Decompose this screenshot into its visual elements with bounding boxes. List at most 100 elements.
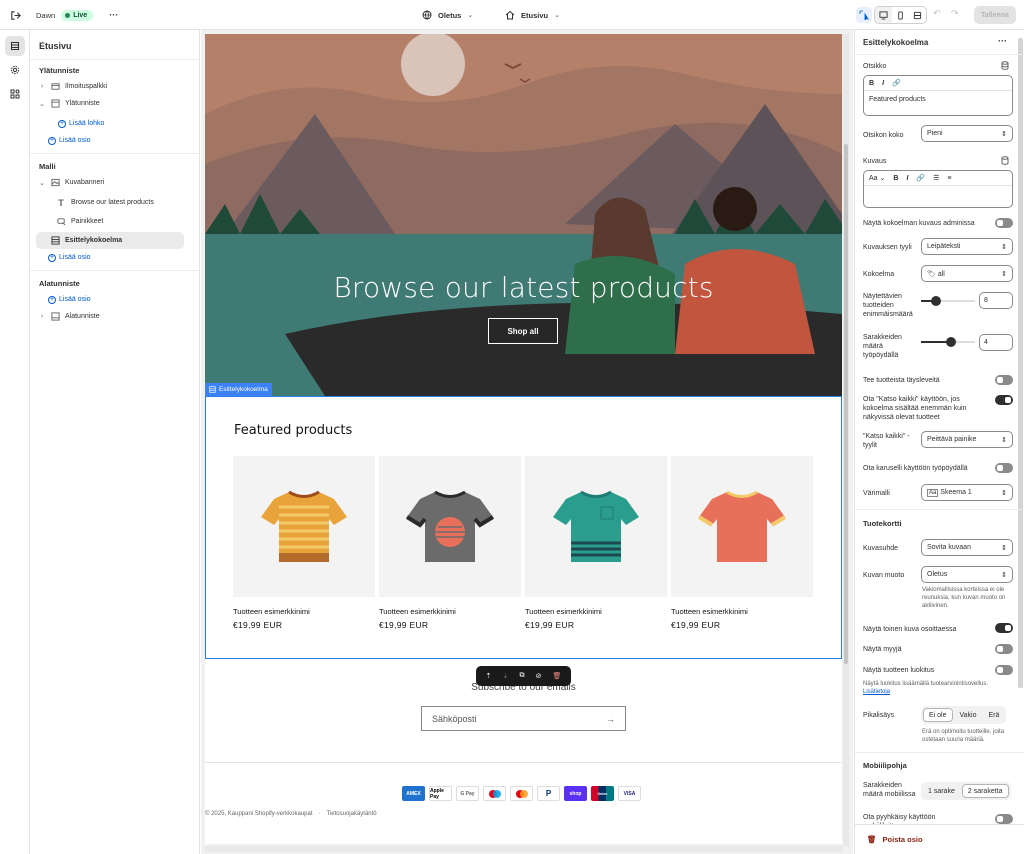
chevron-down-icon[interactable]: ⌄ (36, 179, 48, 187)
second-image-toggle[interactable] (995, 623, 1013, 633)
product-image[interactable] (671, 456, 813, 597)
product-card[interactable]: Tuotteen esimerkkinimi €19,99 EUR (525, 456, 667, 630)
delete-icon[interactable]: 🗑 (553, 672, 562, 680)
database-icon[interactable] (1001, 61, 1009, 72)
product-name[interactable]: Tuotteen esimerkkinimi (525, 607, 667, 616)
product-card[interactable]: Tuotteen esimerkkinimi €19,99 EUR (671, 456, 813, 630)
shop-all-button[interactable]: Shop all (488, 318, 558, 344)
product-card[interactable]: Tuotteen esimerkkinimi €19,99 EUR (233, 456, 375, 630)
desc-style-select[interactable]: Leipäteksti ⇕ (921, 238, 1013, 255)
quick-add-none[interactable]: Ei ole (923, 708, 953, 722)
collection-select[interactable]: 🏷 all ⇕ (921, 265, 1013, 282)
columns-slider[interactable] (921, 337, 975, 347)
block-banner-heading[interactable]: T Browse our latest products (54, 194, 202, 211)
slider-knob[interactable] (931, 296, 942, 306)
max-products-input[interactable]: 8 (979, 292, 1013, 309)
section-announcement-bar[interactable]: › Ilmoituspalkki (36, 78, 184, 95)
move-up-icon[interactable]: ⇡ (486, 672, 492, 680)
preview-horizontal-scrollbar[interactable] (205, 846, 843, 852)
quick-add-options: Ei ole Vakio Erä (921, 706, 1007, 724)
page-select[interactable]: Etusivu ⌄ (505, 0, 560, 30)
inspector-toggle[interactable] (856, 7, 872, 23)
show-vendor-toggle[interactable] (995, 644, 1013, 654)
heading-input[interactable]: Featured products (864, 91, 1012, 108)
view-all-toggle[interactable] (995, 395, 1013, 405)
color-scheme-select[interactable]: Aa Skeema 1 ⇕ (921, 484, 1013, 501)
more-menu-button[interactable]: ··· (109, 10, 118, 20)
save-button[interactable]: Tallenna (974, 6, 1016, 24)
add-section-header-button[interactable]: + Lisää osio (48, 132, 196, 149)
bold-icon[interactable]: B (869, 80, 874, 87)
theme-select[interactable]: Oletus ⌄ (422, 0, 473, 30)
learn-more-link[interactable]: Lisätietoja (863, 689, 890, 695)
delete-section-button[interactable]: 🗑 Poista osio (855, 824, 1024, 854)
sections-tab[interactable] (5, 36, 25, 56)
duplicate-icon[interactable]: ⧉ (519, 672, 524, 680)
quick-add-standard[interactable]: Vakio (955, 708, 982, 722)
heading-editor[interactable]: B I 🔗 Featured products (863, 75, 1013, 116)
heading-size-select[interactable]: Pieni ⇕ (921, 125, 1013, 142)
arrow-right-icon[interactable]: → (606, 714, 615, 724)
product-card[interactable]: Tuotteen esimerkkinimi €19,99 EUR (379, 456, 521, 630)
show-rating-toggle[interactable] (995, 665, 1013, 675)
image-banner[interactable]: Browse our latest products Shop all (205, 34, 842, 396)
section-featured-collection[interactable]: Esittelykokoelma (36, 232, 184, 249)
max-products-slider[interactable] (921, 296, 975, 306)
product-image[interactable] (233, 456, 375, 597)
description-editor[interactable]: Aa ⌄ B I 🔗 ☰ ≡ (863, 170, 1013, 208)
link-icon[interactable]: 🔗 (892, 79, 901, 87)
featured-collection-section[interactable]: Featured products Tuotteen esimerkkinimi… (205, 396, 842, 659)
italic-icon[interactable]: I (906, 175, 908, 182)
image-shape-select[interactable]: Oletus ⇕ (921, 566, 1013, 583)
carousel-toggle[interactable] (995, 463, 1013, 473)
product-name[interactable]: Tuotteen esimerkkinimi (233, 607, 375, 616)
exit-button[interactable] (10, 0, 21, 30)
more-options-icon[interactable]: ··· (998, 36, 1007, 46)
add-section-template-button[interactable]: + Lisää osio (48, 249, 196, 266)
text-format-icon[interactable]: Aa ⌄ (869, 174, 885, 182)
link-icon[interactable]: 🔗 (916, 174, 925, 182)
viewport-switcher (874, 6, 927, 24)
quick-add-bulk[interactable]: Erä (984, 708, 1005, 722)
fullscreen-view-button[interactable] (909, 7, 926, 23)
section-image-banner[interactable]: ⌄ Kuvabanneri (36, 174, 184, 191)
preview-scrollbar[interactable] (843, 34, 849, 846)
database-icon[interactable] (1001, 156, 1009, 167)
add-section-footer-button[interactable]: + Lisää osio (48, 291, 196, 308)
chevron-right-icon[interactable]: › (36, 313, 48, 320)
block-buttons[interactable]: Painikkeet (54, 213, 202, 230)
privacy-link[interactable]: Tietosuojakäytäntö (327, 811, 377, 817)
move-down-icon[interactable]: ⇣ (503, 672, 509, 680)
add-block-button[interactable]: + Lisää lohko (58, 115, 206, 132)
chevron-down-icon[interactable]: ⌄ (36, 100, 48, 108)
email-input[interactable]: Sähköposti → (421, 706, 626, 731)
slider-knob[interactable] (945, 337, 956, 347)
apps-tab[interactable] (5, 84, 25, 104)
italic-icon[interactable]: I (882, 80, 884, 87)
bold-icon[interactable]: B (893, 175, 898, 182)
product-image[interactable] (379, 456, 521, 597)
full-width-toggle[interactable] (995, 375, 1013, 385)
product-image[interactable] (525, 456, 667, 597)
undo-icon[interactable]: ↶ (933, 8, 941, 19)
desktop-view-button[interactable] (875, 7, 892, 23)
mobile-swipe-toggle[interactable] (995, 814, 1013, 824)
image-ratio-select[interactable]: Sovita kuvaan ⇕ (921, 539, 1013, 556)
columns-input[interactable]: 4 (979, 334, 1013, 351)
hide-icon[interactable]: ⊘ (536, 672, 542, 680)
view-all-style-select[interactable]: Peittävä painike ⇕ (921, 431, 1013, 448)
theme-settings-tab[interactable] (5, 60, 25, 80)
mobile-view-button[interactable] (892, 7, 909, 23)
show-desc-admin-toggle[interactable] (995, 218, 1013, 228)
section-footer[interactable]: › Alatunniste (36, 308, 184, 325)
bullet-list-icon[interactable]: ☰ (933, 174, 939, 182)
numbered-list-icon[interactable]: ≡ (947, 175, 951, 182)
mobile-cols-one[interactable]: 1 sarake (923, 784, 960, 798)
section-header[interactable]: ⌄ Ylätunniste (36, 95, 184, 112)
redo-icon[interactable]: ↷ (951, 8, 959, 19)
product-name[interactable]: Tuotteen esimerkkinimi (379, 607, 521, 616)
product-name[interactable]: Tuotteen esimerkkinimi (671, 607, 813, 616)
chevron-right-icon[interactable]: › (36, 83, 48, 90)
mobile-cols-two[interactable]: 2 saraketta (961, 784, 1009, 798)
settings-scrollbar[interactable] (1018, 38, 1023, 688)
